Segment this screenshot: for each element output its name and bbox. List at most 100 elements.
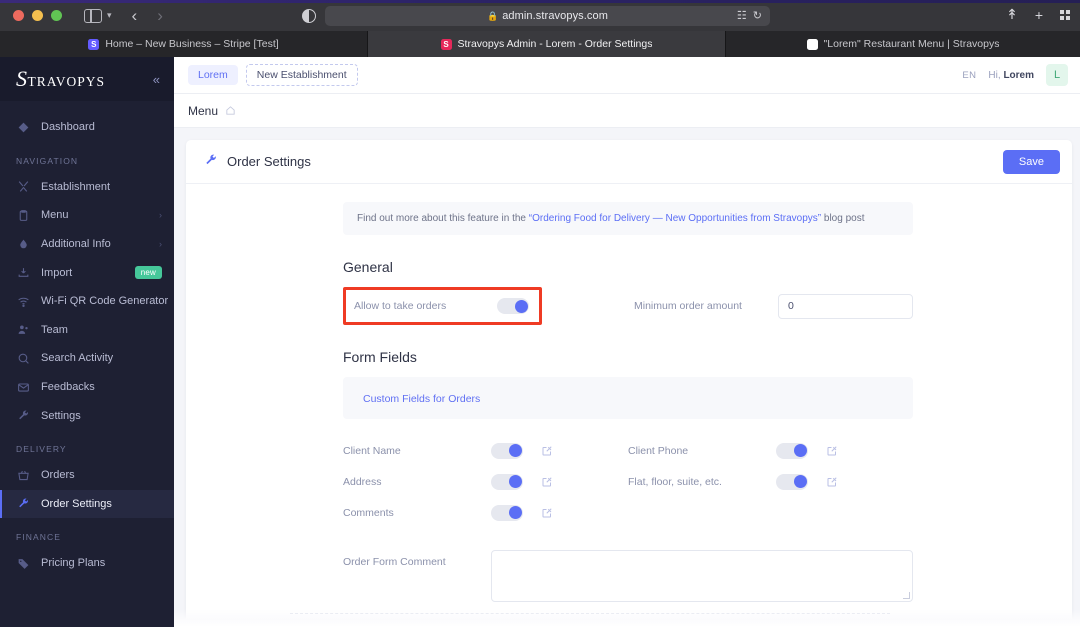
close-window-button[interactable] (13, 10, 24, 21)
address-toggle[interactable] (491, 473, 523, 490)
allow-to-take-orders-highlight[interactable]: Allow to take orders (343, 287, 542, 325)
sidebar-item-additional-info[interactable]: Additional Info › (0, 230, 174, 259)
browser-right-actions[interactable]: ↟ + (1006, 6, 1070, 23)
sidebar-item-label: Wi-Fi QR Code Generator (41, 295, 169, 308)
form-fields-section-title: Form Fields (343, 349, 417, 365)
form-fields-rows: Client Name Client Phone Address Flat, f… (343, 435, 913, 528)
language-selector[interactable]: EN (962, 70, 976, 81)
app-window: ▾ ‹ › 🔒 admin.stravopys.com ☷ ↻ ↟ + S Ho… (0, 0, 1080, 627)
browser-tab-strip[interactable]: S Home – New Business – Stripe [Test] S … (0, 31, 1080, 57)
address-bar-url: admin.stravopys.com (502, 10, 609, 22)
browser-navigation[interactable]: ‹ › (132, 6, 163, 26)
order-form-comment-row: Order Form Comment (343, 550, 913, 602)
minimum-order-amount-input[interactable]: 0 (778, 293, 913, 319)
chevron-right-icon: › (159, 239, 162, 250)
back-button[interactable]: ‹ (132, 6, 138, 26)
greeting-prefix: Hi, (988, 69, 1001, 81)
avatar[interactable]: L (1046, 64, 1068, 86)
sidebar-item-settings[interactable]: Settings (0, 401, 174, 430)
new-tab-icon[interactable]: + (1035, 7, 1043, 23)
browser-tab-restaurant-menu[interactable]: S "Lorem" Restaurant Menu | Stravopys (726, 31, 1080, 57)
notice-suffix: blog post (821, 213, 865, 224)
window-accent-line (0, 0, 1080, 3)
sidebar-item-label: Import (41, 266, 73, 279)
browser-toolbar: ▾ ‹ › 🔒 admin.stravopys.com ☷ ↻ ↟ + (0, 0, 1080, 31)
card-header: Order Settings Save (186, 140, 1072, 184)
logo-wordmark: TRAVOPYS (27, 74, 106, 89)
sidebar-item-label: Dashboard (41, 121, 95, 134)
users-icon (16, 323, 30, 337)
address-bar[interactable]: 🔒 admin.stravopys.com ☷ ↻ (325, 6, 770, 26)
wrench-icon (16, 497, 30, 511)
minimum-order-amount-field: Minimum order amount 0 (634, 287, 913, 325)
breadcrumb: Menu (174, 94, 1080, 128)
wifi-icon (16, 294, 30, 308)
stravopys-logo[interactable]: S TRAVOPYS (16, 68, 105, 90)
flat-floor-suite-toggle[interactable] (776, 473, 808, 490)
sidebar-item-search-activity[interactable]: Search Activity (0, 344, 174, 373)
sidebar-item-label: Feedbacks (41, 381, 95, 394)
sidebar-header: S TRAVOPYS « (0, 57, 174, 101)
browser-tab-stripe[interactable]: S Home – New Business – Stripe [Test] (0, 31, 368, 57)
browser-tab-stravopys-admin[interactable]: S Stravopys Admin - Lorem - Order Settin… (368, 31, 726, 57)
sidebar-item-menu[interactable]: Menu › (0, 201, 174, 230)
sidebar-item-dashboard[interactable]: Dashboard (0, 113, 174, 142)
save-button[interactable]: Save (1002, 149, 1060, 174)
order-form-comment-textarea[interactable] (491, 550, 913, 602)
window-traffic-lights[interactable] (13, 10, 62, 21)
info-banner: Find out more about this feature in the … (343, 202, 913, 235)
cutlery-icon (16, 180, 30, 194)
sidebar-item-establishment[interactable]: Establishment (0, 173, 174, 202)
sidebar-item-orders[interactable]: Orders (0, 461, 174, 490)
allow-to-take-orders-toggle[interactable] (497, 298, 529, 314)
sidebar-item-pricing-plans[interactable]: Pricing Plans (0, 549, 174, 578)
user-name: Lorem (1003, 69, 1034, 81)
establishment-chip[interactable]: Lorem (188, 65, 238, 85)
zoom-window-button[interactable] (51, 10, 62, 21)
sidebar-item-feedbacks[interactable]: Feedbacks (0, 373, 174, 402)
reload-icon[interactable]: ↻ (753, 9, 762, 22)
sidebar-item-import[interactable]: Import new (0, 258, 174, 287)
sidebar-section-finance: FINANCE (16, 532, 62, 543)
edit-icon[interactable] (541, 445, 553, 457)
tag-icon (16, 556, 30, 570)
order-settings-card: Order Settings Save Find out more about … (186, 140, 1072, 627)
form-field-row: Address Flat, floor, suite, etc. (343, 466, 913, 497)
blog-post-link[interactable]: “Ordering Food for Delivery — New Opport… (529, 213, 821, 224)
client-name-toggle[interactable] (491, 442, 523, 459)
tab-overview-icon[interactable] (1060, 9, 1070, 20)
field-label: Flat, floor, suite, etc. (628, 475, 722, 488)
web-page: S TRAVOPYS « Dashboard NAVIGATION Establ… (0, 57, 1080, 627)
sidebar-item-label: Search Activity (41, 352, 114, 365)
chevron-right-icon: › (159, 210, 162, 221)
edit-icon[interactable] (541, 476, 553, 488)
home-icon[interactable] (225, 105, 236, 116)
main-content: Order Settings Save Find out more about … (174, 128, 1080, 627)
wrench-icon (204, 153, 218, 170)
extensions-icon[interactable]: ☷ (737, 9, 747, 22)
custom-fields-for-orders-link[interactable]: Custom Fields for Orders (363, 393, 480, 405)
browser-sidebar-toggle-icon[interactable] (84, 8, 102, 23)
reader-mode-icon[interactable] (302, 9, 316, 23)
new-establishment-button[interactable]: New Establishment (245, 64, 358, 86)
sidebar-item-wifi-qr-code-generator[interactable]: Wi-Fi QR Code Generator (0, 287, 174, 316)
tab-title: "Lorem" Restaurant Menu | Stravopys (823, 38, 1000, 50)
page-title: Menu (188, 103, 219, 118)
share-icon[interactable]: ↟ (1006, 6, 1018, 23)
edit-icon[interactable] (826, 445, 838, 457)
custom-fields-bar: Custom Fields for Orders (343, 377, 913, 419)
forward-button[interactable]: › (157, 6, 163, 26)
stravopys-menu-favicon-icon: S (806, 38, 818, 50)
chevron-down-icon[interactable]: ▾ (107, 10, 112, 21)
address-bar-actions[interactable]: ☷ ↻ (737, 9, 762, 22)
edit-icon[interactable] (541, 507, 553, 519)
chevron-double-left-icon[interactable]: « (153, 72, 160, 87)
edit-icon[interactable] (826, 476, 838, 488)
lock-icon: 🔒 (486, 10, 499, 21)
sidebar-item-team[interactable]: Team (0, 316, 174, 345)
client-phone-toggle[interactable] (776, 442, 808, 459)
minimize-window-button[interactable] (32, 10, 43, 21)
app-sidebar: S TRAVOPYS « Dashboard NAVIGATION Establ… (0, 57, 174, 627)
sidebar-item-order-settings[interactable]: Order Settings (0, 489, 174, 519)
comments-toggle[interactable] (491, 504, 523, 521)
